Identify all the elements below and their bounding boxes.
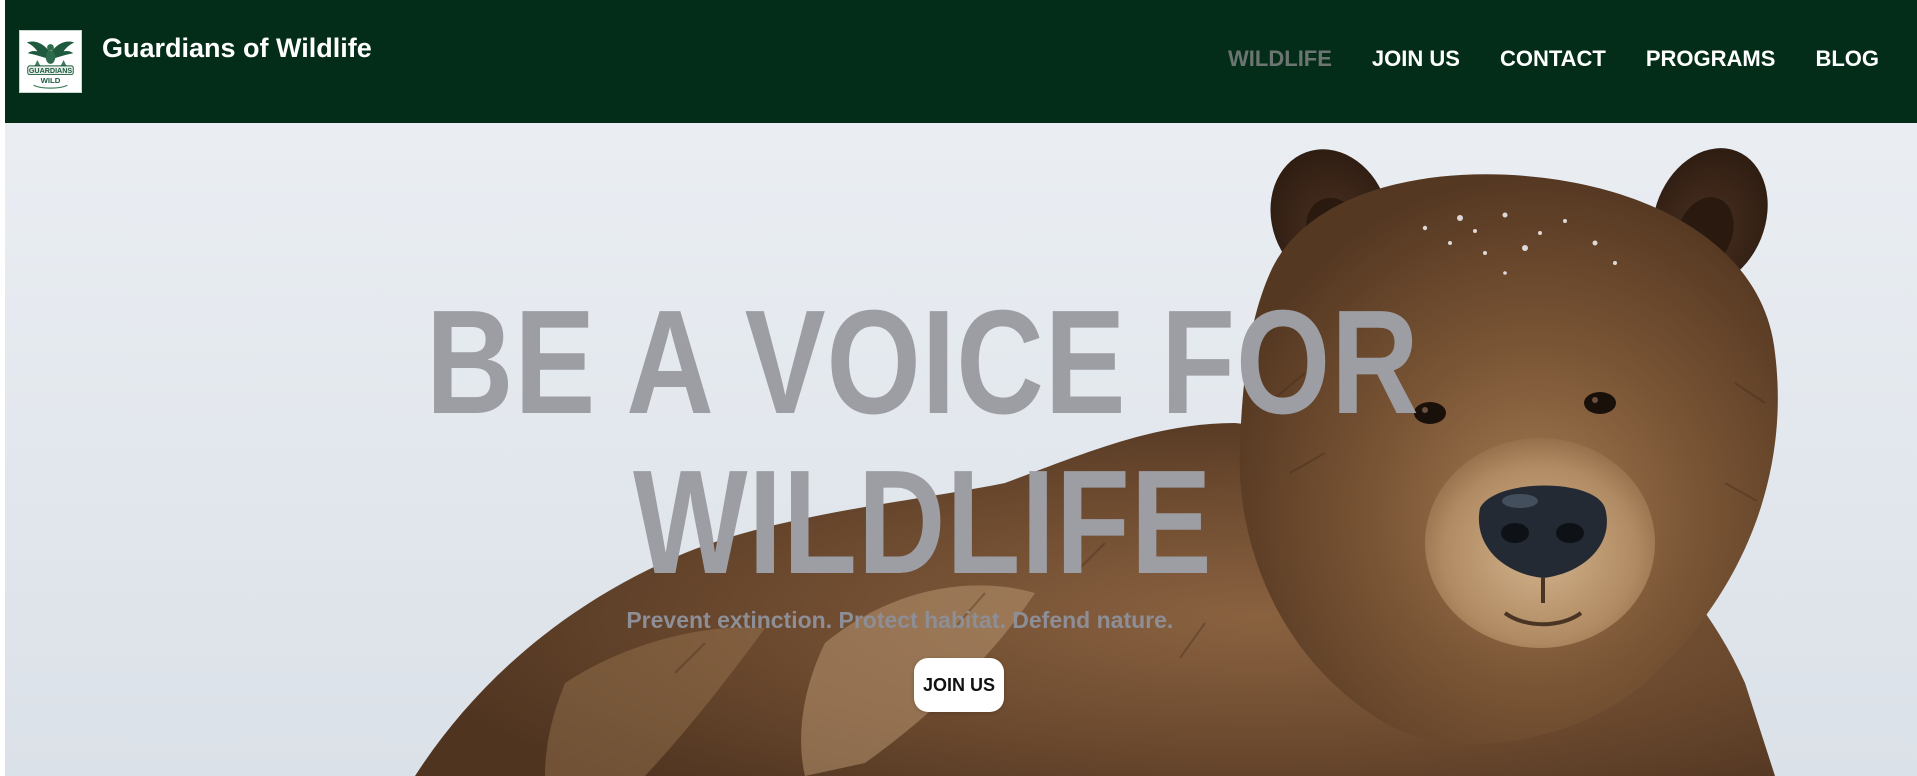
site-logo[interactable]: GUARDIANS WILD — [19, 30, 82, 93]
nav-item-blog: BLOG — [1815, 44, 1879, 74]
nav-link-wildlife[interactable]: WILDLIFE — [1228, 44, 1332, 74]
logo-text-line1: GUARDIANS — [29, 67, 73, 75]
eagle-emblem-icon: GUARDIANS WILD — [20, 31, 81, 92]
logo-text-line2: WILD — [41, 76, 61, 85]
hero-headline-line2: WILDLIFE — [632, 440, 1213, 605]
nav-link-join-us[interactable]: JOIN US — [1372, 44, 1460, 74]
nav-item-programs: PROGRAMS — [1646, 44, 1776, 74]
hero-tagline: Prevent extinction. Protect habitat. Def… — [626, 607, 1174, 633]
hero-headline-line1: BE A VOICE FOR — [425, 280, 1420, 445]
main-nav: WILDLIFE JOIN US CONTACT PROGRAMS BLOG — [1228, 44, 1879, 74]
site-title[interactable]: Guardians of Wildlife — [102, 31, 372, 65]
nav-link-contact[interactable]: CONTACT — [1500, 44, 1606, 74]
nav-item-wildlife: WILDLIFE — [1228, 44, 1332, 74]
nav-item-contact: CONTACT — [1500, 44, 1606, 74]
hero-join-us-button[interactable]: JOIN US — [914, 658, 1004, 712]
site-header: GUARDIANS WILD Guardians of Wildlife WIL… — [5, 0, 1917, 123]
hero-headline: BE A VOICE FOR WILDLIFE — [139, 283, 1707, 603]
hero-section: BE A VOICE FOR WILDLIFE Prevent extincti… — [5, 123, 1917, 776]
nav-item-join-us: JOIN US — [1372, 44, 1460, 74]
page: GUARDIANS WILD Guardians of Wildlife WIL… — [0, 0, 1917, 776]
nav-link-programs[interactable]: PROGRAMS — [1646, 44, 1776, 74]
nav-link-blog[interactable]: BLOG — [1815, 44, 1879, 74]
